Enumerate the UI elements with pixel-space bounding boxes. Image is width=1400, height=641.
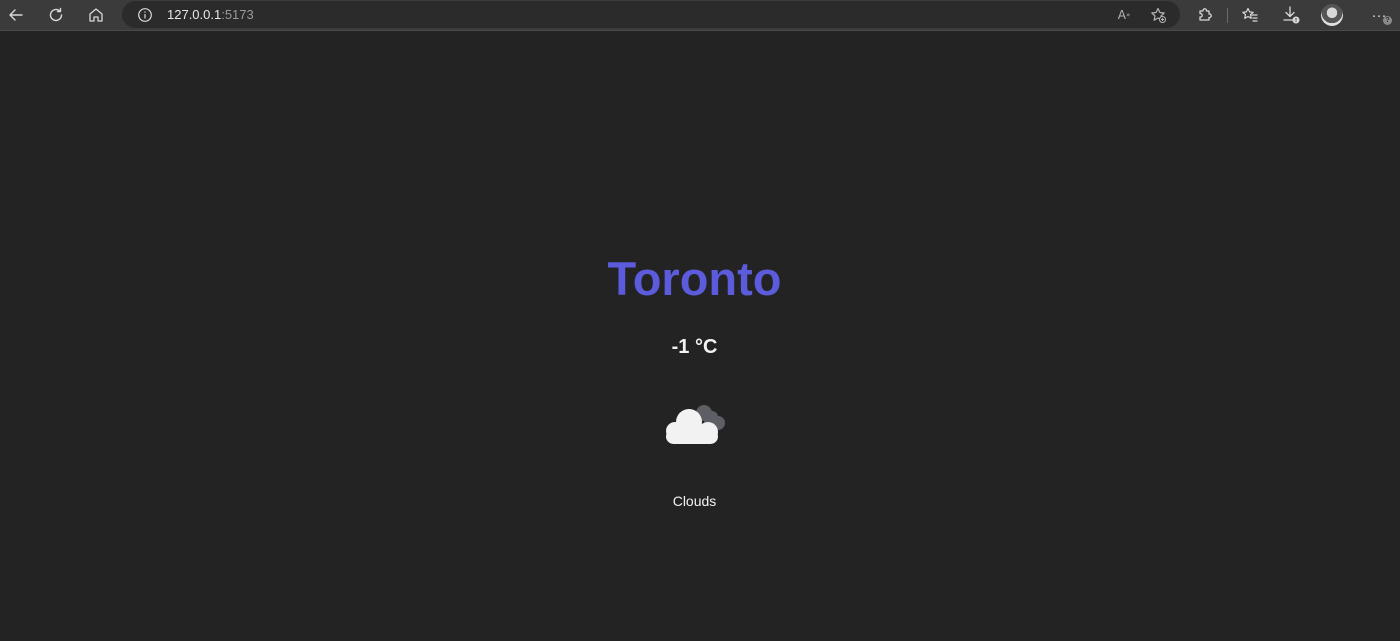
settings-more-button[interactable]: ··· ? bbox=[1366, 3, 1392, 27]
toolbar-divider bbox=[1227, 8, 1228, 23]
temperature: -1 °C bbox=[671, 336, 718, 358]
read-aloud-sup: » bbox=[1125, 11, 1131, 19]
browser-toolbar: 127.0.0.1:5173 A» ··· ? bbox=[0, 0, 1400, 31]
city-name: Toronto bbox=[607, 252, 782, 305]
star-add-icon bbox=[1151, 7, 1166, 23]
favorites-icon bbox=[1242, 7, 1258, 22]
url-text[interactable]: 127.0.0.1:5173 bbox=[167, 7, 254, 22]
read-aloud-button[interactable]: A» bbox=[1114, 5, 1134, 25]
downloads-button[interactable] bbox=[1278, 3, 1304, 27]
url-host: 127.0.0.1 bbox=[167, 7, 222, 22]
url-port: :5173 bbox=[221, 7, 254, 22]
refresh-button[interactable] bbox=[43, 3, 69, 27]
cloud-icon bbox=[666, 405, 725, 444]
weather-condition: Clouds bbox=[672, 493, 717, 509]
help-badge-icon: ? bbox=[1383, 16, 1392, 25]
address-bar[interactable]: 127.0.0.1:5173 A» bbox=[122, 1, 1180, 28]
favorites-button[interactable] bbox=[1237, 3, 1263, 27]
extensions-button[interactable] bbox=[1192, 3, 1218, 27]
profile-avatar[interactable] bbox=[1321, 4, 1343, 26]
read-aloud-icon: A bbox=[1117, 8, 1126, 22]
info-icon[interactable] bbox=[137, 7, 153, 23]
home-icon bbox=[89, 8, 103, 22]
home-button[interactable] bbox=[83, 3, 109, 27]
weather-page: Toronto -1 °C Clouds bbox=[0, 31, 1400, 641]
back-button[interactable] bbox=[3, 3, 29, 27]
arrow-left-icon bbox=[9, 9, 23, 21]
add-favorite-button[interactable] bbox=[1148, 5, 1168, 25]
refresh-icon bbox=[49, 7, 63, 22]
puzzle-icon bbox=[1199, 8, 1212, 21]
download-icon bbox=[1283, 6, 1300, 24]
